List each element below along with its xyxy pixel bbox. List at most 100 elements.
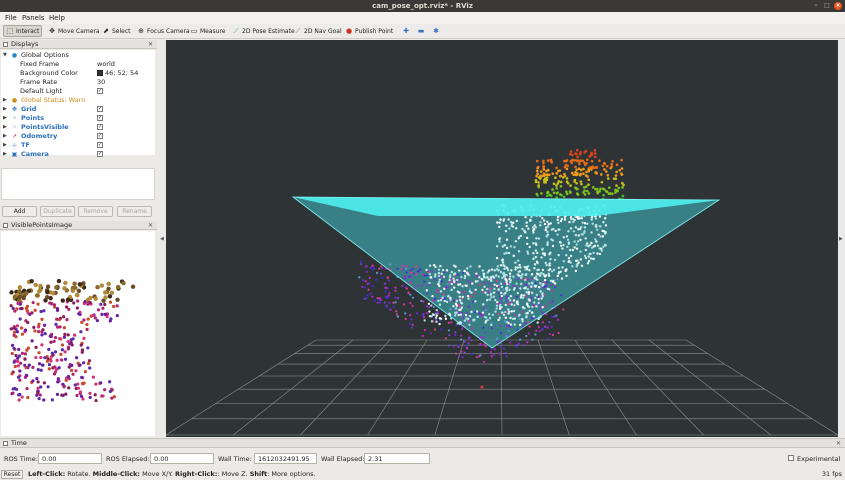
ros-elapsed-field[interactable]: 0.00 [150,453,214,464]
menu-panels[interactable]: Panels [22,14,45,22]
experimental-checkbox[interactable] [788,455,794,461]
point [578,152,582,156]
collapse-right-icon[interactable]: ▶ [839,236,843,242]
point [605,164,609,168]
point [376,301,379,304]
point [534,226,538,229]
reset-button[interactable]: Reset [1,470,23,479]
point [513,284,516,288]
point [496,221,499,224]
point [405,265,408,268]
point [547,268,551,272]
display-enabled-checkbox[interactable]: ✓ [97,106,103,112]
point [482,326,485,329]
prop-value[interactable]: 30 [97,78,105,87]
image-point [51,291,56,296]
tool-options[interactable]: ✱ [430,25,442,37]
wall-elapsed-field[interactable]: 2.31 [364,453,430,464]
prop-default-light[interactable]: Default Light ✓ [1,87,155,96]
image-point [19,326,24,330]
display-enabled-checkbox[interactable]: ✓ [97,115,103,121]
tool-plus[interactable]: ✚ [400,25,412,37]
tool-minus[interactable]: ▬ [415,25,427,37]
tree-item-points[interactable]: ▶ ⁘ Points ✓ [1,114,155,123]
point [606,177,610,180]
point [514,240,518,243]
close-icon[interactable]: × [834,2,842,10]
display-enabled-checkbox[interactable]: ✓ [97,142,103,148]
tree-item-odometry[interactable]: ▶ ↗ Odometry ✓ [1,132,155,141]
close-icon[interactable]: ✕ [148,222,153,229]
rename-button[interactable]: Rename [117,206,152,217]
prop-value[interactable]: ✓ [97,87,103,96]
tool-2d-nav-goal[interactable]: ⟋ 2D Nav Goal [292,25,344,37]
add-button[interactable]: Add [2,206,37,217]
prop-fixed-frame[interactable]: Fixed Frame world [1,60,155,69]
tree-item-tf[interactable]: ▶ ⊹ TF ✓ [1,141,155,150]
point [409,269,412,272]
point [452,286,456,289]
point [442,275,446,279]
display-enabled-checkbox[interactable]: ✓ [97,124,103,130]
tool-move-camera[interactable]: ✥ Move Camera [46,25,102,37]
collapse-left-icon[interactable]: ◀ [160,236,164,242]
wall-time-field[interactable]: 1612032491.95 [254,453,317,464]
close-icon[interactable]: ✕ [836,440,841,447]
point [421,284,424,287]
menu-help[interactable]: Help [49,14,65,22]
ros-time-field[interactable]: 0.00 [38,453,102,464]
image-point [41,328,45,332]
point [440,272,443,276]
prop-value[interactable]: world [97,60,115,69]
duplicate-button[interactable]: Duplicate [40,206,75,217]
close-icon[interactable]: ✕ [148,41,153,48]
tool-2d-pose-estimate[interactable]: ⟋ 2D Pose Estimate [230,25,297,37]
prop-background-color[interactable]: Background Color 46; 52; 54 [1,69,155,78]
image-point [115,284,121,290]
point [596,190,599,194]
default-light-checkbox[interactable]: ✓ [97,88,103,94]
point [429,276,432,279]
point [463,319,467,322]
menu-file[interactable]: File [5,14,17,22]
chevron-right-icon[interactable]: ▶ [3,132,7,141]
tree-item-camera[interactable]: ▶ ▣ Camera ✓ [1,150,155,158]
point [540,192,543,195]
tree-item-global-options[interactable]: ▼ ● Global Options [1,51,155,60]
chevron-right-icon[interactable]: ▶ [3,123,7,132]
prop-frame-rate[interactable]: Frame Rate 30 [1,78,155,87]
point [452,277,455,280]
point [495,284,499,287]
point [533,301,536,304]
tool-measure[interactable]: ▭ Measure [188,25,228,37]
minimize-icon[interactable]: – [812,2,820,10]
display-enabled-checkbox[interactable]: ✓ [97,133,103,139]
point [492,291,496,294]
tree-item-grid[interactable]: ▶ ✥ Grid ✓ [1,105,155,114]
image-point [76,299,80,303]
display-enabled-checkbox[interactable]: ✓ [97,151,103,157]
tool-interact[interactable]: ⬚ Interact [3,25,43,37]
point [515,282,518,285]
chevron-right-icon[interactable]: ▶ [3,96,7,105]
point [510,220,513,224]
point [460,306,464,309]
chevron-right-icon[interactable]: ▶ [3,141,7,150]
tree-item-global-status[interactable]: ▶ ● Global Status: Warn [1,96,155,105]
chevron-down-icon[interactable]: ▼ [3,51,7,60]
render-3d-view[interactable] [166,40,838,437]
menu-bar: File Panels Help [0,12,845,24]
point [484,308,487,312]
chevron-right-icon[interactable]: ▶ [3,114,7,123]
chevron-right-icon[interactable]: ▶ [3,105,7,114]
tool-focus-camera-label: Focus Camera [147,27,190,35]
tool-publish-point[interactable]: ● Publish Point [343,25,395,37]
tool-focus-camera[interactable]: ⊕ Focus Camera [135,25,192,37]
tree-item-points-visible[interactable]: ▶ ⁘ PointsVisible ✓ [1,123,155,132]
tool-select[interactable]: ⬈ Select [100,25,133,37]
chevron-right-icon[interactable]: ▶ [3,150,7,159]
maximize-icon[interactable]: □ [823,2,831,10]
scene-render[interactable] [166,40,838,437]
prop-value[interactable]: 46; 52; 54 [97,69,138,78]
remove-button[interactable]: Remove [78,206,113,217]
